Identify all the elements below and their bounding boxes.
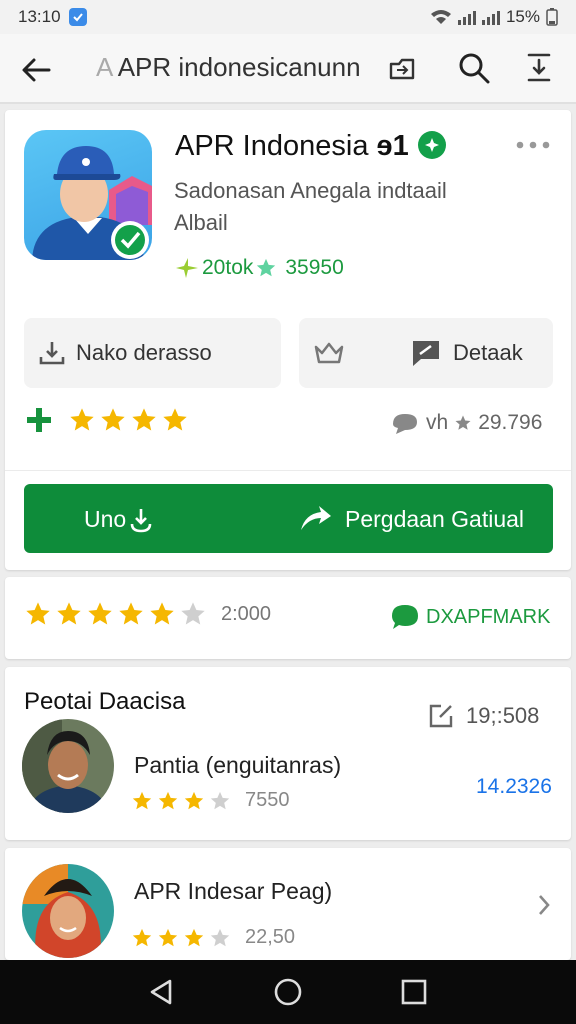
rating-row bbox=[24, 405, 189, 435]
download-hand-icon bbox=[130, 508, 152, 532]
send-icon bbox=[413, 341, 439, 366]
star-filled-icon bbox=[132, 791, 152, 809]
chevron-right-button[interactable] bbox=[536, 893, 552, 922]
star-filled-icon bbox=[150, 602, 174, 625]
edit-box-icon bbox=[429, 704, 453, 728]
star-filled-icon bbox=[158, 791, 178, 809]
star-small-icon bbox=[455, 415, 471, 430]
star-filled-icon bbox=[26, 602, 50, 625]
list-item-name-2[interactable]: APR Indesar Peag) bbox=[134, 878, 332, 905]
section-title: Peotai Daacisa bbox=[24, 688, 186, 715]
signal-icon-2 bbox=[481, 9, 500, 25]
chip-right[interactable]: Detaak bbox=[299, 318, 553, 388]
battery-level: 15% bbox=[505, 7, 540, 26]
install-left[interactable]: Uno bbox=[84, 506, 154, 533]
battery-icon bbox=[546, 8, 558, 26]
download-icon bbox=[527, 53, 551, 82]
back-button[interactable] bbox=[18, 52, 54, 88]
star-filled-icon bbox=[132, 928, 152, 946]
star-empty-icon bbox=[210, 791, 230, 809]
app-title: APR Indonesia ɘ1 bbox=[175, 130, 447, 163]
list-item-stars-2 bbox=[131, 927, 231, 949]
nav-home-icon[interactable] bbox=[273, 977, 303, 1007]
app-stats: 20tok 35950 bbox=[174, 256, 344, 280]
share-button[interactable] bbox=[384, 50, 420, 86]
app-icon bbox=[24, 130, 152, 260]
bookmark-link[interactable]: DXAPFMARK bbox=[390, 603, 550, 631]
more-options-button[interactable] bbox=[515, 138, 551, 156]
chip-left[interactable]: Nako derasso bbox=[24, 318, 281, 388]
reviews-summary[interactable]: vh 29.796 bbox=[390, 410, 542, 436]
search-query-title[interactable]: A APR indonesicanunn bbox=[96, 52, 386, 83]
signal-icon bbox=[457, 9, 476, 25]
star-filled-icon bbox=[132, 408, 156, 431]
star-empty-icon bbox=[210, 928, 230, 946]
list-item-rating: 7550 bbox=[131, 789, 290, 812]
list-item-rating-2: 22,50 bbox=[131, 926, 295, 949]
download-tray-icon bbox=[39, 342, 65, 365]
status-time: 13:10 bbox=[18, 7, 61, 26]
star-filled-icon bbox=[184, 928, 204, 946]
search-icon bbox=[459, 53, 490, 84]
rating-stars bbox=[68, 406, 189, 434]
developer-name[interactable]: Sadonasan Anegala indtaail Albail bbox=[174, 175, 494, 239]
share-icon bbox=[389, 58, 415, 80]
download-button[interactable] bbox=[521, 50, 557, 86]
avatar[interactable] bbox=[22, 719, 114, 813]
verified-badge-icon bbox=[417, 131, 446, 159]
summary-stars bbox=[24, 600, 207, 628]
star-filled-icon bbox=[184, 791, 204, 809]
star-filled-icon bbox=[158, 928, 178, 946]
star-filled-icon bbox=[70, 408, 94, 431]
app-bar: A APR indonesicanunn bbox=[0, 34, 576, 104]
divider bbox=[5, 470, 571, 471]
list-item-name[interactable]: Pantia (enguitanras) bbox=[134, 752, 341, 779]
star-empty-icon bbox=[181, 602, 205, 625]
star-filled-icon bbox=[57, 602, 81, 625]
list-item-metric: 14.2326 bbox=[476, 775, 552, 798]
rating-summary: 2:000 bbox=[24, 600, 271, 628]
star-filled-icon bbox=[163, 408, 187, 431]
star-outline-icon bbox=[257, 258, 276, 277]
section-count[interactable]: 19;:508 bbox=[428, 703, 539, 729]
list-item-stars bbox=[131, 790, 231, 812]
add-plus-icon[interactable] bbox=[24, 405, 54, 435]
wifi-icon bbox=[430, 10, 451, 24]
paper-plane-icon bbox=[301, 506, 331, 530]
star-filled-icon bbox=[101, 408, 125, 431]
comment-icon bbox=[393, 414, 417, 434]
avatar-2[interactable] bbox=[22, 864, 114, 958]
chevron-right-icon bbox=[539, 895, 550, 915]
more-horiz-icon bbox=[516, 141, 550, 149]
back-arrow-icon bbox=[22, 58, 51, 82]
star-filled-icon bbox=[88, 602, 112, 625]
notification-icon bbox=[68, 8, 87, 26]
star-filled-icon bbox=[119, 602, 143, 625]
sparkle-icon bbox=[176, 258, 198, 278]
system-nav-bar bbox=[0, 960, 576, 1024]
rating-count: 2:000 bbox=[221, 602, 272, 625]
nav-back-icon[interactable] bbox=[148, 978, 176, 1006]
install-button[interactable]: Uno Pergdaan Gatiual bbox=[24, 484, 553, 553]
search-button[interactable] bbox=[456, 50, 492, 86]
crown-icon bbox=[314, 342, 344, 364]
status-bar: 13:10 15% bbox=[0, 0, 576, 34]
install-right[interactable]: Pergdaan Gatiual bbox=[299, 504, 524, 534]
nav-recents-icon[interactable] bbox=[400, 978, 428, 1006]
chat-bubble-icon bbox=[392, 605, 418, 629]
